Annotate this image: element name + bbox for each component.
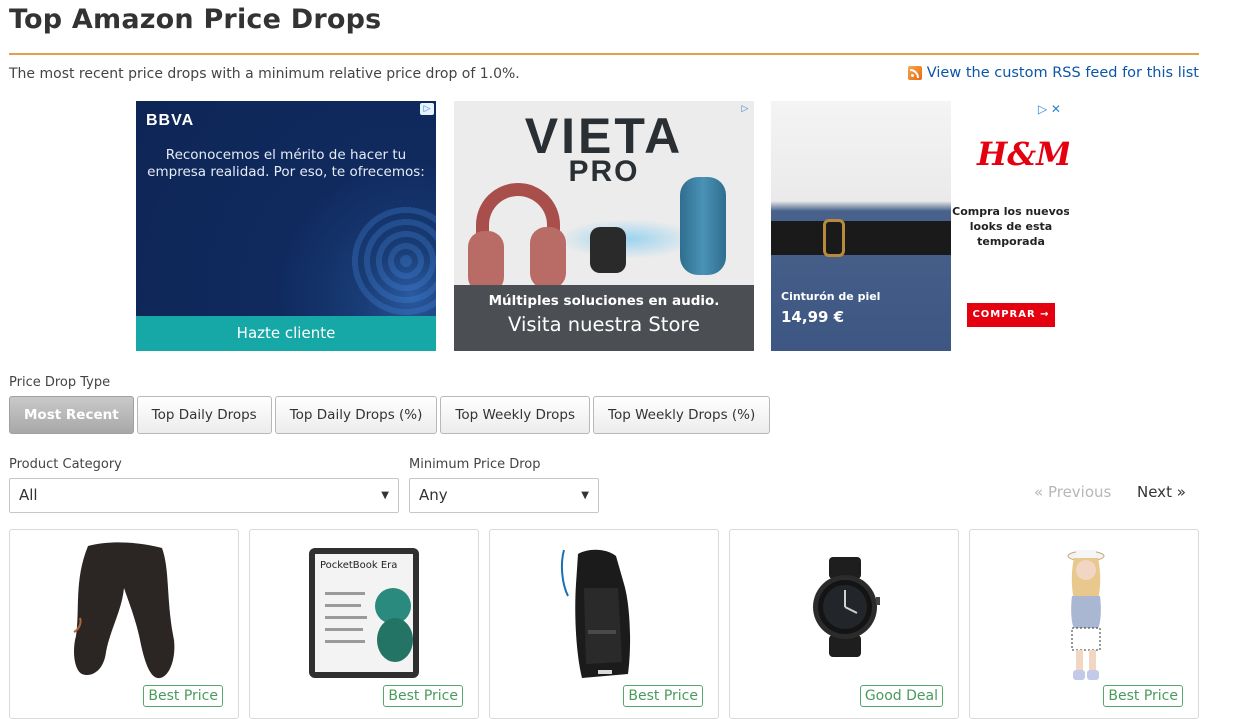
- top-weekly-drops-button[interactable]: Top Weekly Drops: [440, 396, 591, 434]
- ereader-line: [325, 628, 363, 631]
- deal-badge: Best Price: [623, 685, 703, 707]
- ereader-line: [325, 640, 365, 643]
- deal-badge: Good Deal: [859, 685, 943, 707]
- product-card[interactable]: Good Deal: [729, 529, 959, 719]
- smartwatch-image: [813, 557, 880, 657]
- hydration-backpack-image: [560, 549, 631, 678]
- top-daily-drops-button[interactable]: Top Daily Drops: [136, 396, 272, 434]
- ad-bbva-text-line2: empresa realidad. Por eso, te ofrecemos:: [147, 164, 425, 180]
- ad-vieta-line2: Visita nuestra Store: [508, 313, 700, 336]
- ereader-brand-text: PocketBook Era: [320, 560, 398, 571]
- doll-image: [1067, 550, 1105, 680]
- speaker-image: [680, 177, 726, 275]
- price-drop-type-label: Price Drop Type: [9, 375, 111, 390]
- product-category-value: All: [19, 486, 38, 504]
- ad-hm-text-line1: Compra los nuevos: [952, 205, 1069, 218]
- ad-bbva-cta-button[interactable]: Hazte cliente: [136, 316, 436, 351]
- ereader-line: [325, 592, 365, 595]
- deal-badge: Best Price: [383, 685, 463, 707]
- ad-hm-text-line3: temporada: [977, 235, 1045, 248]
- photo-caption: Cinturón de piel: [781, 290, 881, 303]
- photo-price: 14,99 €: [781, 308, 845, 326]
- dropdown-arrow-icon: ▼: [381, 490, 389, 501]
- next-page-link[interactable]: Next »: [1137, 483, 1186, 501]
- adchoices-icon[interactable]: ▷: [420, 103, 434, 115]
- product-card[interactable]: Best Price: [9, 529, 239, 719]
- ereader-screen: PocketBook Era: [315, 554, 413, 672]
- ad-vieta-line1: Múltiples soluciones en audio.: [488, 293, 720, 309]
- title-divider: [9, 53, 1199, 55]
- football-pants-image: [73, 542, 175, 679]
- ereader-badge: [377, 618, 413, 662]
- rss-icon: [907, 66, 922, 80]
- deal-badge: Best Price: [143, 685, 223, 707]
- page-subtitle: The most recent price drops with a minim…: [9, 66, 520, 82]
- ad-bbva-text-line1: Reconocemos el mérito de hacer tu: [165, 147, 407, 163]
- rss-feed-label: View the custom RSS feed for this list: [926, 65, 1199, 81]
- ad-hm[interactable]: Cinturón de piel 14,99 € ▷ ✕ H&M Compra …: [771, 101, 1069, 351]
- ad-bbva-text: Reconocemos el mérito de hacer tu empres…: [136, 147, 436, 181]
- ad-hm-text-line2: looks de esta: [969, 220, 1053, 233]
- headphones-cup-left: [468, 231, 504, 293]
- page-title: Top Amazon Price Drops: [9, 4, 382, 35]
- ereader-line: [325, 616, 367, 619]
- previous-page-link[interactable]: « Previous: [1034, 483, 1111, 501]
- minimum-price-drop-label: Minimum Price Drop: [409, 457, 541, 472]
- belt-photo: Cinturón de piel 14,99 €: [771, 101, 951, 351]
- top-daily-drops-percent-button[interactable]: Top Daily Drops (%): [274, 396, 438, 434]
- minimum-price-drop-value: Any: [419, 486, 448, 504]
- product-category-label: Product Category: [9, 457, 122, 472]
- product-card[interactable]: Best Price: [969, 529, 1199, 719]
- ad-vieta-footer: Múltiples soluciones en audio. Visita nu…: [454, 285, 754, 351]
- minimum-price-drop-select[interactable]: Any ▼: [409, 478, 599, 513]
- belt-image: [771, 221, 951, 255]
- ad-decoration: [346, 201, 436, 321]
- hm-logo: H&M: [977, 135, 1069, 173]
- most-recent-button[interactable]: Most Recent: [9, 396, 134, 434]
- bbva-logo: BBVA: [146, 112, 195, 129]
- ad-vieta-pro[interactable]: ▷ VIETA PRO Múltiples soluciones en audi…: [454, 101, 754, 351]
- price-drop-type-buttons: Most Recent Top Daily Drops Top Daily Dr…: [9, 396, 771, 434]
- product-card[interactable]: PocketBook Era Best Price: [249, 529, 479, 719]
- rss-feed-link[interactable]: View the custom RSS feed for this list: [907, 65, 1199, 81]
- product-category-select[interactable]: All ▼: [9, 478, 399, 513]
- deal-badge: Best Price: [1103, 685, 1183, 707]
- ad-hm-text: Compra los nuevos looks de esta temporad…: [952, 204, 1069, 249]
- small-speaker-image: [590, 227, 626, 273]
- ad-hm-cta-button[interactable]: COMPRAR →: [967, 303, 1055, 327]
- pocketbook-era-image: PocketBook Era: [309, 548, 419, 678]
- top-weekly-drops-percent-button[interactable]: Top Weekly Drops (%): [593, 396, 771, 434]
- water-splash: [558, 219, 698, 259]
- ereader-line: [325, 604, 361, 607]
- buckle-image: [823, 219, 845, 257]
- dropdown-arrow-icon: ▼: [581, 490, 589, 501]
- ad-bbva[interactable]: ▷ BBVA Reconocemos el mérito de hacer tu…: [136, 101, 436, 351]
- adchoices-close-icon[interactable]: ▷ ✕: [1038, 102, 1061, 116]
- product-card[interactable]: Best Price: [489, 529, 719, 719]
